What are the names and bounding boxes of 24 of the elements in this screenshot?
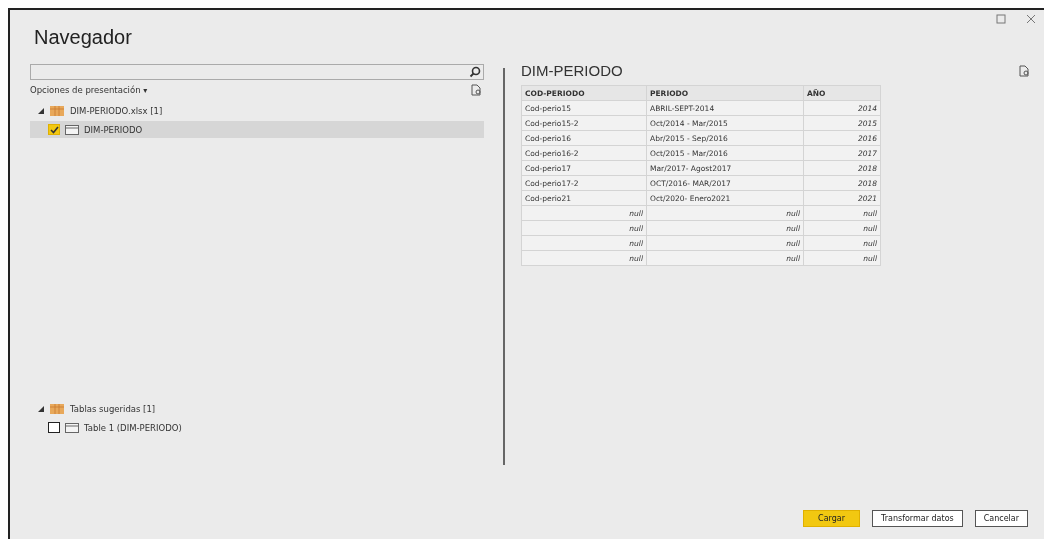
restore-icon[interactable]	[996, 14, 1006, 24]
load-button[interactable]: Cargar	[803, 510, 860, 527]
dialog-button[interactable]: Transformar datos	[872, 510, 963, 527]
window-title: Navegador	[34, 26, 132, 50]
preview-title: DIM-PERIODO	[521, 62, 623, 79]
folder-icon	[50, 106, 64, 116]
dialog-button[interactable]: Cancelar	[974, 510, 1028, 527]
close-icon[interactable]	[1026, 14, 1036, 24]
tree-folder-label[interactable]: DIM-PERIODO.xlsx [1]	[70, 106, 163, 116]
table-icon	[65, 124, 79, 135]
expand-triangle-icon[interactable]	[38, 406, 44, 412]
checkbox[interactable]	[48, 422, 60, 433]
page-refresh-icon[interactable]	[1018, 64, 1030, 77]
search-field[interactable]	[30, 64, 484, 80]
search-icon[interactable]	[469, 66, 481, 78]
page-refresh-icon[interactable]	[470, 84, 482, 96]
tree-item[interactable]: DIM-PERIODO	[30, 121, 484, 138]
tree-folder-label[interactable]: Tablas sugeridas [1]	[70, 404, 156, 414]
checkbox[interactable]	[48, 124, 60, 135]
expand-triangle-icon[interactable]	[38, 108, 44, 114]
display-options-dropdown[interactable]: Opciones de presentación ▾	[30, 85, 148, 95]
tree-item[interactable]: Table 1 (DIM-PERIODO)	[30, 419, 484, 436]
table-icon	[65, 422, 79, 433]
folder-icon	[50, 404, 64, 414]
